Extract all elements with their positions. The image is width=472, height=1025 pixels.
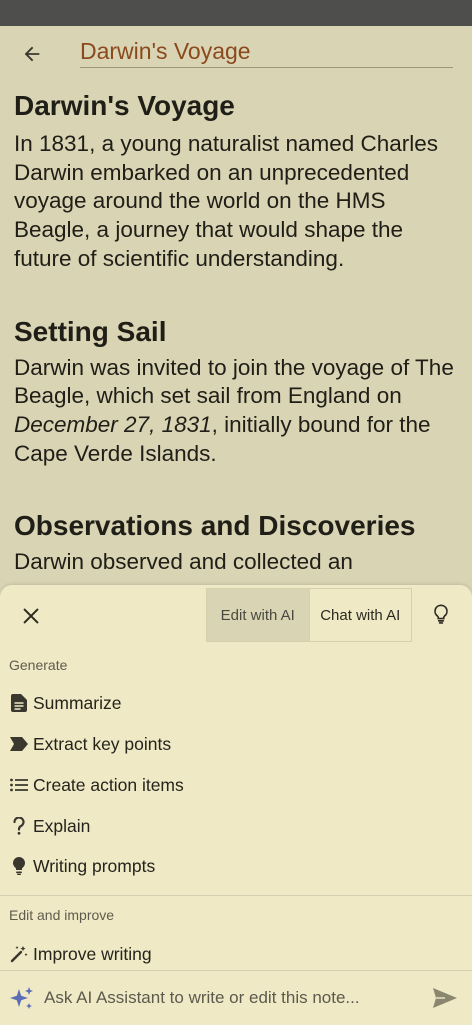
- section-body: Darwin was invited to join the voyage of…: [14, 354, 454, 469]
- close-icon: [23, 608, 39, 624]
- ai-prompt-input[interactable]: [44, 983, 414, 1013]
- note-title[interactable]: Darwin's Voyage: [80, 36, 453, 68]
- menu-item-label: Improve writing: [33, 943, 152, 964]
- app-header: Darwin's Voyage: [0, 26, 472, 82]
- extract-key-points-button[interactable]: Extract key points: [0, 725, 472, 763]
- menu-item-label: Create action items: [33, 774, 184, 795]
- note-section: Setting Sail Darwin was invited to join …: [14, 312, 454, 469]
- label-tag-icon: [9, 734, 29, 754]
- close-button[interactable]: [12, 597, 50, 635]
- section-heading: Setting Sail: [14, 315, 167, 347]
- section-heading: Observations and Discoveries: [14, 510, 416, 542]
- section-divider: [0, 895, 472, 896]
- body-text: Darwin was invited to join the voyage of…: [14, 354, 454, 409]
- menu-item-label: Writing prompts: [33, 855, 156, 876]
- magic-wand-icon: [9, 944, 29, 964]
- body-date: December 27, 1831: [14, 411, 212, 437]
- section-body: Darwin observed and collected an: [14, 549, 353, 575]
- ai-input-bar: [0, 970, 472, 1025]
- send-button[interactable]: [428, 983, 462, 1013]
- mode-tabs: Edit with AI Chat with AI: [206, 588, 412, 642]
- menu-item-label: Extract key points: [33, 733, 172, 754]
- arrow-back-icon: [24, 46, 40, 62]
- suggestions-button[interactable]: [422, 595, 460, 633]
- create-action-items-button[interactable]: Create action items: [0, 766, 472, 804]
- list-icon: [9, 775, 29, 795]
- note-section: Darwin's Voyage In 1831, a young natural…: [14, 86, 454, 274]
- section-body: In 1831, a young naturalist named Charle…: [14, 131, 439, 271]
- tab-edit-with-ai[interactable]: Edit with AI: [207, 589, 309, 641]
- lightbulb-outline-icon: [434, 604, 448, 624]
- note-section: Observations and Discoveries Darwin obse…: [14, 506, 454, 577]
- edit-section-label: Edit and improve: [9, 907, 115, 923]
- summarize-button[interactable]: Summarize: [0, 684, 472, 722]
- generate-section-label: Generate: [9, 657, 68, 673]
- ai-assistant-sheet: Edit with AI Chat with AI Generate Summa…: [0, 585, 472, 1024]
- summary-doc-icon: [9, 693, 29, 713]
- ai-sparkle-icon: [8, 985, 36, 1013]
- question-mark-icon: [9, 816, 29, 836]
- lightbulb-icon: [9, 856, 29, 876]
- menu-item-label: Explain: [33, 815, 91, 836]
- improve-writing-button[interactable]: Improve writing: [0, 935, 472, 973]
- explain-button[interactable]: Explain: [0, 807, 472, 845]
- tab-chat-with-ai[interactable]: Chat with AI: [308, 589, 412, 641]
- section-heading: Darwin's Voyage: [14, 90, 235, 121]
- back-button[interactable]: [14, 36, 50, 72]
- send-icon: [433, 988, 457, 1008]
- note-content[interactable]: Darwin's Voyage In 1831, a young natural…: [14, 86, 454, 577]
- writing-prompts-button[interactable]: Writing prompts: [0, 847, 472, 885]
- menu-item-label: Summarize: [33, 692, 122, 713]
- status-bar: [0, 0, 472, 26]
